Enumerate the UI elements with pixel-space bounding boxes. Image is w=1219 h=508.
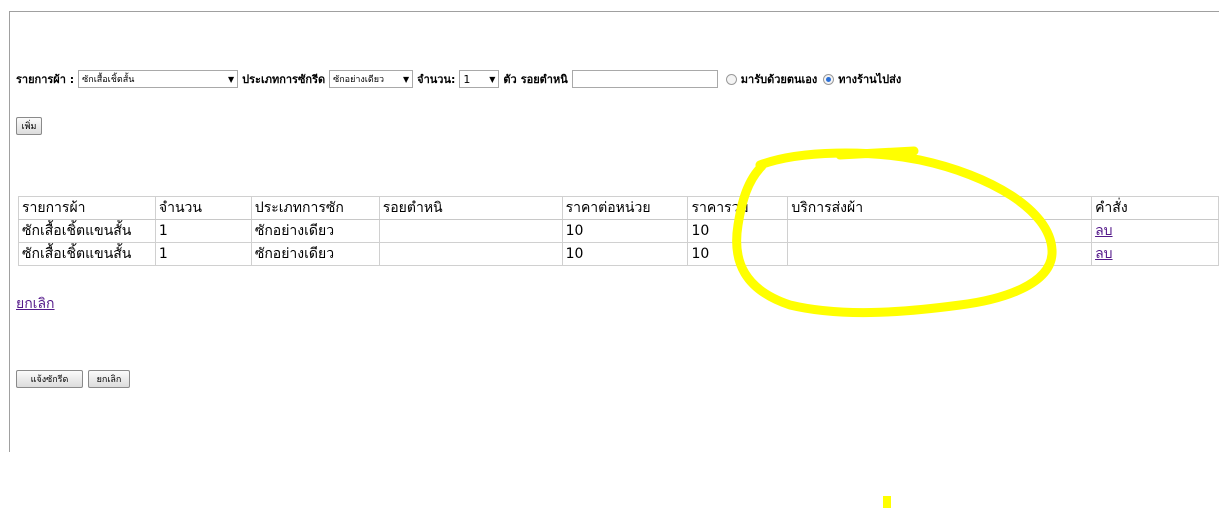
annotation-mark (883, 496, 891, 508)
circle-annotation (732, 146, 1057, 318)
highlight-annotation (732, 146, 1057, 508)
